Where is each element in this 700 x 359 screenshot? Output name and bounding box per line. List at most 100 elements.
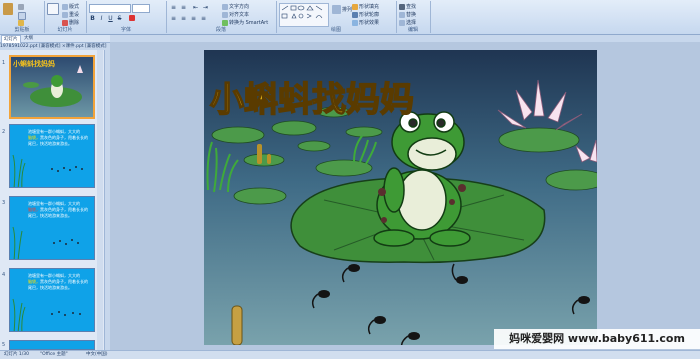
binoculars-icon [399, 3, 405, 10]
new-slide-button[interactable] [47, 3, 59, 15]
thumb-text-line: 池塘里有一群小蝌蚪，大大的 [28, 201, 80, 206]
bold-button[interactable]: B [89, 15, 96, 22]
convert-smartart-button[interactable]: 转换为 SmartArt [222, 19, 268, 26]
thumbnail-1-title: 小蝌蚪找妈妈 [13, 60, 55, 68]
arrange-button[interactable]: 排列 [332, 5, 352, 14]
layout-button[interactable]: 版式 [62, 3, 79, 10]
paste-button[interactable] [3, 3, 13, 15]
arrange-label: 排列 [342, 7, 353, 13]
delete-button[interactable]: 删除 [62, 19, 79, 26]
shape-outline-label: 形状轮廓 [359, 12, 380, 18]
main-slide[interactable]: 小蝌蚪找妈妈 [204, 50, 597, 345]
find-button[interactable]: 查找 [399, 3, 416, 10]
select-button[interactable]: 选择 [399, 19, 416, 26]
find-label: 查找 [406, 4, 417, 10]
align-right-button[interactable]: ≡ [190, 15, 197, 22]
shape-fill-button[interactable]: 形状填充 [352, 3, 379, 10]
slide-number: 3 [2, 200, 6, 206]
delete-label: 删除 [69, 20, 80, 26]
thumb-text-highlight: 脑袋， [28, 279, 40, 284]
clipboard-group-label: 剪贴板 [14, 27, 30, 33]
scissors-icon [18, 4, 24, 10]
thumb-text-line: 黑灰色的身子，甩着长长的 [40, 279, 88, 284]
tab-outline[interactable]: 大纲 [22, 35, 35, 42]
font-size-combo[interactable] [132, 4, 150, 13]
italic-button[interactable]: I [98, 15, 105, 22]
font-group: B I U S 字体 [86, 1, 167, 33]
underline-button[interactable]: U [107, 15, 114, 22]
numbering-button[interactable]: ≡ [180, 4, 187, 11]
editing-group-label: 编辑 [407, 27, 418, 33]
layout-label: 版式 [69, 4, 80, 10]
thumbnail-2-text: 池塘里有一群小蝌蚪，大大的 脑袋，黑灰色的身子，甩着长长的 尾巴，快活地游来游去… [28, 129, 92, 147]
decrease-indent-button[interactable]: ⇤ [192, 4, 199, 11]
slide-thumbnail-2[interactable]: 池塘里有一群小蝌蚪，大大的 脑袋，黑灰色的身子，甩着长长的 尾巴，快活地游来游去… [9, 124, 95, 188]
font-color-icon [128, 15, 135, 21]
font-color-button[interactable] [128, 15, 135, 22]
justify-button[interactable]: ≡ [200, 15, 207, 22]
thumb-text-line: 黑灰色的身子，甩着长长的 [40, 135, 88, 140]
font-name-combo[interactable] [89, 4, 131, 13]
slides-group: 版式 重设 删除 幻灯片 [44, 1, 87, 33]
panel-tabs: 幻灯片 大纲 [0, 35, 110, 43]
replace-label: 替换 [406, 12, 417, 18]
tab-slides[interactable]: 幻灯片 [1, 35, 21, 43]
shape-effects-label: 形状效果 [359, 20, 380, 26]
replace-icon [399, 11, 405, 18]
slides-panel-scrollbar[interactable] [97, 50, 103, 350]
layout-icon [62, 3, 68, 10]
thumb-text-highlight: 脑袋， [28, 207, 40, 212]
site-watermark: 妈咪爱婴网 www.baby611.com [494, 329, 700, 349]
arrange-icon [332, 5, 341, 14]
pencil-icon [352, 11, 358, 18]
bullets-button[interactable]: ≡ [170, 4, 177, 11]
drawing-group-label: 绘图 [330, 27, 341, 33]
reset-label: 重设 [69, 12, 80, 18]
align-left-button[interactable]: ≡ [170, 15, 177, 22]
thumb-text-line: 池塘里有一群小蝌蚪，大大的 [28, 273, 80, 278]
cut-button[interactable] [18, 4, 24, 10]
slide-thumbnail-3[interactable]: 池塘里有一群小蝌蚪，大大的 脑袋，黑灰色的身子，甩着长长的 尾巴，快活地游来游去… [9, 196, 95, 260]
slide-number: 5 [2, 342, 6, 348]
slides-group-label: 幻灯片 [57, 27, 73, 33]
effects-icon [352, 19, 358, 26]
smartart-icon [222, 19, 228, 26]
slide-thumbnail-5[interactable] [9, 340, 95, 350]
align-text-button[interactable]: 对齐文本 [222, 11, 249, 18]
shapes-gallery[interactable] [279, 3, 329, 27]
slide-number: 1 [2, 60, 6, 66]
copy-button[interactable] [18, 12, 26, 20]
thumbnail-3-text: 池塘里有一群小蝌蚪，大大的 脑袋，黑灰色的身子，甩着长长的 尾巴，快活地游来游去… [28, 201, 92, 219]
shape-outline-button[interactable]: 形状轮廓 [352, 11, 379, 18]
thumb-text-line: 黑灰色的身子，甩着长长的 [40, 207, 88, 212]
thumbnail-4-text: 池塘里有一群小蝌蚪，大大的 脑袋，黑灰色的身子，甩着长长的 尾巴，快活地游来游去… [28, 273, 92, 291]
strikethrough-button[interactable]: S [116, 15, 123, 22]
paragraph-group: ≡ ≡ ⇤ ⇥ ≡ ≡ ≡ ≡ 文字方向 对齐文本 转换为 SmartArt 段… [166, 1, 277, 33]
align-text-label: 对齐文本 [229, 12, 250, 18]
reset-icon [62, 11, 68, 18]
replace-button[interactable]: 替换 [399, 11, 416, 18]
shape-fill-label: 形状填充 [359, 4, 380, 10]
text-direction-icon [222, 3, 228, 10]
paint-bucket-icon [352, 3, 358, 10]
text-direction-button[interactable]: 文字方向 [222, 3, 249, 10]
align-center-button[interactable]: ≡ [180, 15, 187, 22]
paragraph-group-label: 段落 [215, 27, 226, 33]
clipboard-group: 剪贴板 [0, 1, 45, 33]
slide-thumbnail-1[interactable]: 小蝌蚪找妈妈 [9, 55, 95, 119]
font-group-label: 字体 [120, 27, 131, 33]
increase-indent-button[interactable]: ⇥ [202, 4, 209, 11]
ribbon: 剪贴板 版式 重设 删除 幻灯片 B I U S 字体 ≡ ≡ ⇤ ⇥ ≡ ≡ … [0, 0, 700, 35]
delete-icon [62, 19, 68, 26]
reset-button[interactable]: 重设 [62, 11, 79, 18]
slide-thumbnail-4[interactable]: 池塘里有一群小蝌蚪，大大的 脑袋，黑灰色的身子，甩着长长的 尾巴，快活地游来游去… [9, 268, 95, 332]
slide-title[interactable]: 小蝌蚪找妈妈 [209, 72, 415, 121]
shape-effects-button[interactable]: 形状效果 [352, 19, 379, 26]
drawing-group: 排列 形状填充 形状轮廓 形状效果 绘图 [276, 1, 397, 33]
thumb-text-line: 尾巴，快活地游来游去。 [28, 141, 72, 146]
shapes-gallery-icons [281, 5, 323, 19]
thumb-text-line: 尾巴，快活地游来游去。 [28, 213, 72, 218]
new-slide-icon [47, 3, 59, 15]
cursor-icon [399, 19, 405, 26]
thumb-text-line: 尾巴，快活地游来游去。 [28, 285, 72, 290]
